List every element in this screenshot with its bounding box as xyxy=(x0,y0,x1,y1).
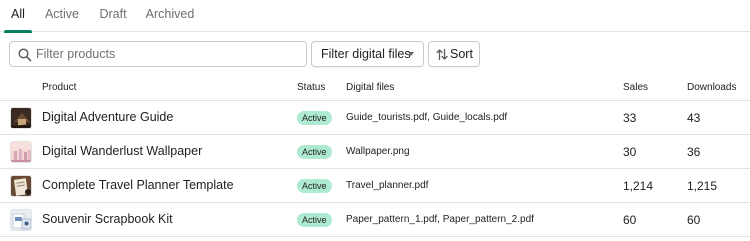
status-badge: Active xyxy=(297,213,332,227)
search-icon xyxy=(18,48,32,62)
header-downloads[interactable]: Downloads xyxy=(687,82,736,93)
sort-arrows-icon xyxy=(436,48,448,61)
tab-active[interactable]: Active xyxy=(42,0,82,32)
downloads-count: 60 xyxy=(687,213,701,227)
product-thumbnail xyxy=(10,141,32,163)
status-badge: Active xyxy=(297,179,332,193)
header-digital-files[interactable]: Digital files xyxy=(346,82,394,93)
search-input[interactable] xyxy=(36,45,300,63)
digital-files: Guide_tourists.pdf, Guide_locals.pdf xyxy=(346,112,508,123)
toolbar: Filter digital files Sort xyxy=(0,32,750,72)
table-row[interactable]: Digital Wanderlust Wallpaper Active Wall… xyxy=(0,135,750,169)
table-row[interactable]: Digital Adventure Guide Active Guide_tou… xyxy=(0,101,750,135)
header-product[interactable]: Product xyxy=(42,82,76,93)
sort-button[interactable]: Sort xyxy=(428,41,480,67)
sales-count: 33 xyxy=(623,111,637,125)
digital-files: Travel_planner.pdf xyxy=(346,180,429,191)
table-row[interactable]: Complete Travel Planner Template Active … xyxy=(0,169,750,203)
product-name[interactable]: Digital Wanderlust Wallpaper xyxy=(42,144,202,158)
sales-count: 60 xyxy=(623,213,637,227)
caret-down-icon xyxy=(408,52,414,56)
tab-draft[interactable]: Draft xyxy=(96,0,130,32)
downloads-count: 36 xyxy=(687,145,701,159)
downloads-count: 1,215 xyxy=(687,179,718,193)
product-name[interactable]: Digital Adventure Guide xyxy=(42,110,173,124)
filter-digital-files-button[interactable]: Filter digital files xyxy=(311,41,424,67)
digital-files: Paper_pattern_1.pdf, Paper_pattern_2.pdf xyxy=(346,214,534,225)
digital-files: Wallpaper.png xyxy=(346,146,410,157)
sort-button-label: Sort xyxy=(450,47,473,61)
product-thumbnail xyxy=(10,107,32,129)
filter-button-label: Filter digital files xyxy=(321,47,411,61)
sales-count: 30 xyxy=(623,145,637,159)
downloads-count: 43 xyxy=(687,111,701,125)
status-badge: Active xyxy=(297,145,332,159)
search-box xyxy=(9,41,307,67)
filter-tabs: All Active Draft Archived xyxy=(0,0,750,33)
product-name[interactable]: Souvenir Scrapbook Kit xyxy=(42,212,173,226)
status-badge: Active xyxy=(297,111,332,125)
header-status[interactable]: Status xyxy=(297,82,325,93)
product-thumbnail xyxy=(10,175,32,197)
table-header: Product Status Digital files Sales Downl… xyxy=(0,72,750,101)
sales-count: 1,214 xyxy=(623,179,654,193)
header-sales[interactable]: Sales xyxy=(623,82,648,93)
product-name[interactable]: Complete Travel Planner Template xyxy=(42,178,234,192)
table-row[interactable]: Souvenir Scrapbook Kit Active Paper_patt… xyxy=(0,203,750,237)
product-thumbnail xyxy=(10,209,32,231)
tab-all[interactable]: All xyxy=(4,0,32,33)
tab-archived[interactable]: Archived xyxy=(145,0,195,32)
